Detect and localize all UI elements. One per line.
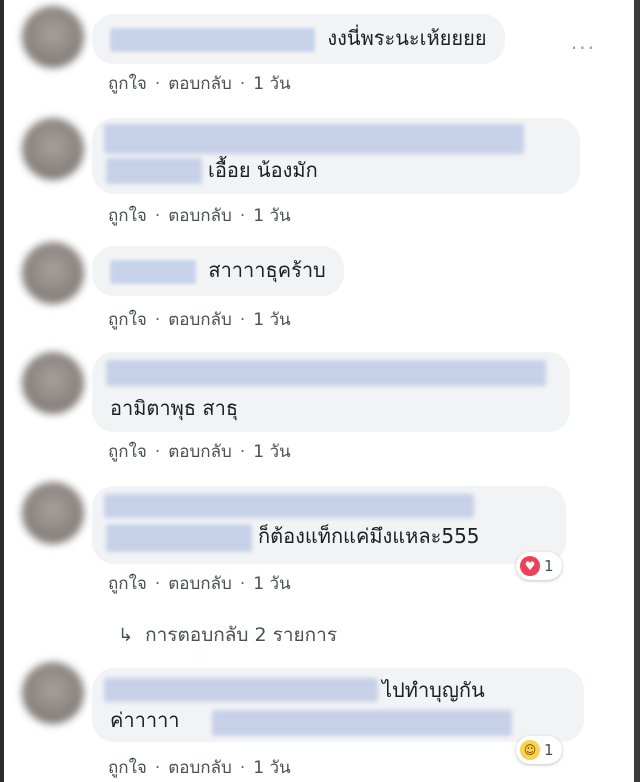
reply-link[interactable]: ตอบกลับ (168, 438, 232, 465)
comment-bubble: อามิตาพุธ สาธุ (92, 352, 570, 432)
reaction-badge[interactable]: ☺ 1 (516, 736, 562, 764)
comment-text: สาาาาธุคร้าบ (208, 258, 326, 282)
timestamp[interactable]: 1 วัน (253, 70, 290, 97)
reply-arrow-icon: ↳ (118, 625, 134, 646)
like-link[interactable]: ถูกใจ (108, 570, 147, 597)
comment-bubble: งงนี่พระนะเห้ยยยย (92, 14, 505, 64)
reaction-count: 1 (544, 741, 554, 759)
comment-actions: ถูกใจ · ตอบกลับ · 1 วัน (108, 570, 291, 597)
timestamp[interactable]: 1 วัน (253, 570, 290, 597)
blurred-author-name[interactable] (104, 124, 524, 154)
comment-text-line2: ค่าาาาา (110, 708, 180, 732)
view-replies-link[interactable]: ↳ การตอบกลับ 2 รายการ (118, 620, 337, 650)
comment-actions: ถูกใจ · ตอบกลับ · 1 วัน (108, 70, 291, 97)
comment-text: ก็ต้องแท็กแค่มึงแหละ555 (258, 524, 480, 548)
avatar[interactable] (22, 242, 84, 304)
timestamp[interactable]: 1 วัน (253, 202, 290, 229)
comment-text: อามิตาพุธ สาธุ (110, 396, 239, 420)
reply-link[interactable]: ตอบกลับ (168, 306, 232, 333)
like-link[interactable]: ถูกใจ (108, 306, 147, 333)
comment-actions: ถูกใจ · ตอบกลับ · 1 วัน (108, 306, 291, 333)
window-left-border (0, 0, 4, 782)
like-link[interactable]: ถูกใจ (108, 70, 147, 97)
timestamp[interactable]: 1 วัน (253, 438, 290, 465)
timestamp[interactable]: 1 วัน (253, 754, 290, 781)
blurred-tagged-name[interactable] (212, 710, 512, 736)
reaction-count: 1 (544, 557, 554, 575)
comment-text-line1: ไปทำบุญกัน (382, 678, 485, 702)
like-link[interactable]: ถูกใจ (108, 438, 147, 465)
blurred-author-name[interactable] (110, 27, 315, 52)
avatar[interactable] (22, 482, 84, 544)
reply-link[interactable]: ตอบกลับ (168, 202, 232, 229)
blurred-author-name[interactable] (106, 360, 546, 386)
comment-bubble: เอื้อย น้องมัก (92, 118, 580, 194)
blurred-author-name[interactable] (110, 259, 196, 284)
blurred-author-name[interactable] (104, 678, 378, 702)
comment-bubble: ไปทำบุญกัน ค่าาาาา (92, 668, 584, 742)
avatar[interactable] (22, 118, 84, 180)
reply-link[interactable]: ตอบกลับ (168, 754, 232, 781)
reply-link[interactable]: ตอบกลับ (168, 570, 232, 597)
avatar[interactable] (22, 662, 84, 724)
heart-icon: ♥ (520, 556, 540, 576)
reply-link[interactable]: ตอบกลับ (168, 70, 232, 97)
more-dots-icon[interactable]: ... (571, 30, 596, 54)
comment-actions: ถูกใจ · ตอบกลับ · 1 วัน (108, 754, 291, 781)
timestamp[interactable]: 1 วัน (253, 306, 290, 333)
comment-text: เอื้อย น้องมัก (208, 158, 318, 182)
blurred-tagged-name[interactable] (106, 524, 252, 552)
like-link[interactable]: ถูกใจ (108, 202, 147, 229)
reaction-badge[interactable]: ♥ 1 (516, 552, 562, 580)
comment-bubble: ก็ต้องแท็กแค่มึงแหละ555 (92, 486, 566, 564)
avatar[interactable] (22, 352, 84, 414)
window-right-border (634, 0, 640, 782)
replies-label[interactable]: การตอบกลับ 2 รายการ (145, 624, 337, 646)
blurred-author-name[interactable] (104, 494, 474, 518)
haha-icon: ☺ (520, 740, 540, 760)
avatar[interactable] (22, 6, 84, 68)
comment-bubble: สาาาาธุคร้าบ (92, 246, 344, 296)
blurred-tagged-name[interactable] (106, 158, 202, 184)
like-link[interactable]: ถูกใจ (108, 754, 147, 781)
comment-actions: ถูกใจ · ตอบกลับ · 1 วัน (108, 438, 291, 465)
comment-text: งงนี่พระนะเห้ยยยย (327, 26, 487, 50)
comment-actions: ถูกใจ · ตอบกลับ · 1 วัน (108, 202, 291, 229)
